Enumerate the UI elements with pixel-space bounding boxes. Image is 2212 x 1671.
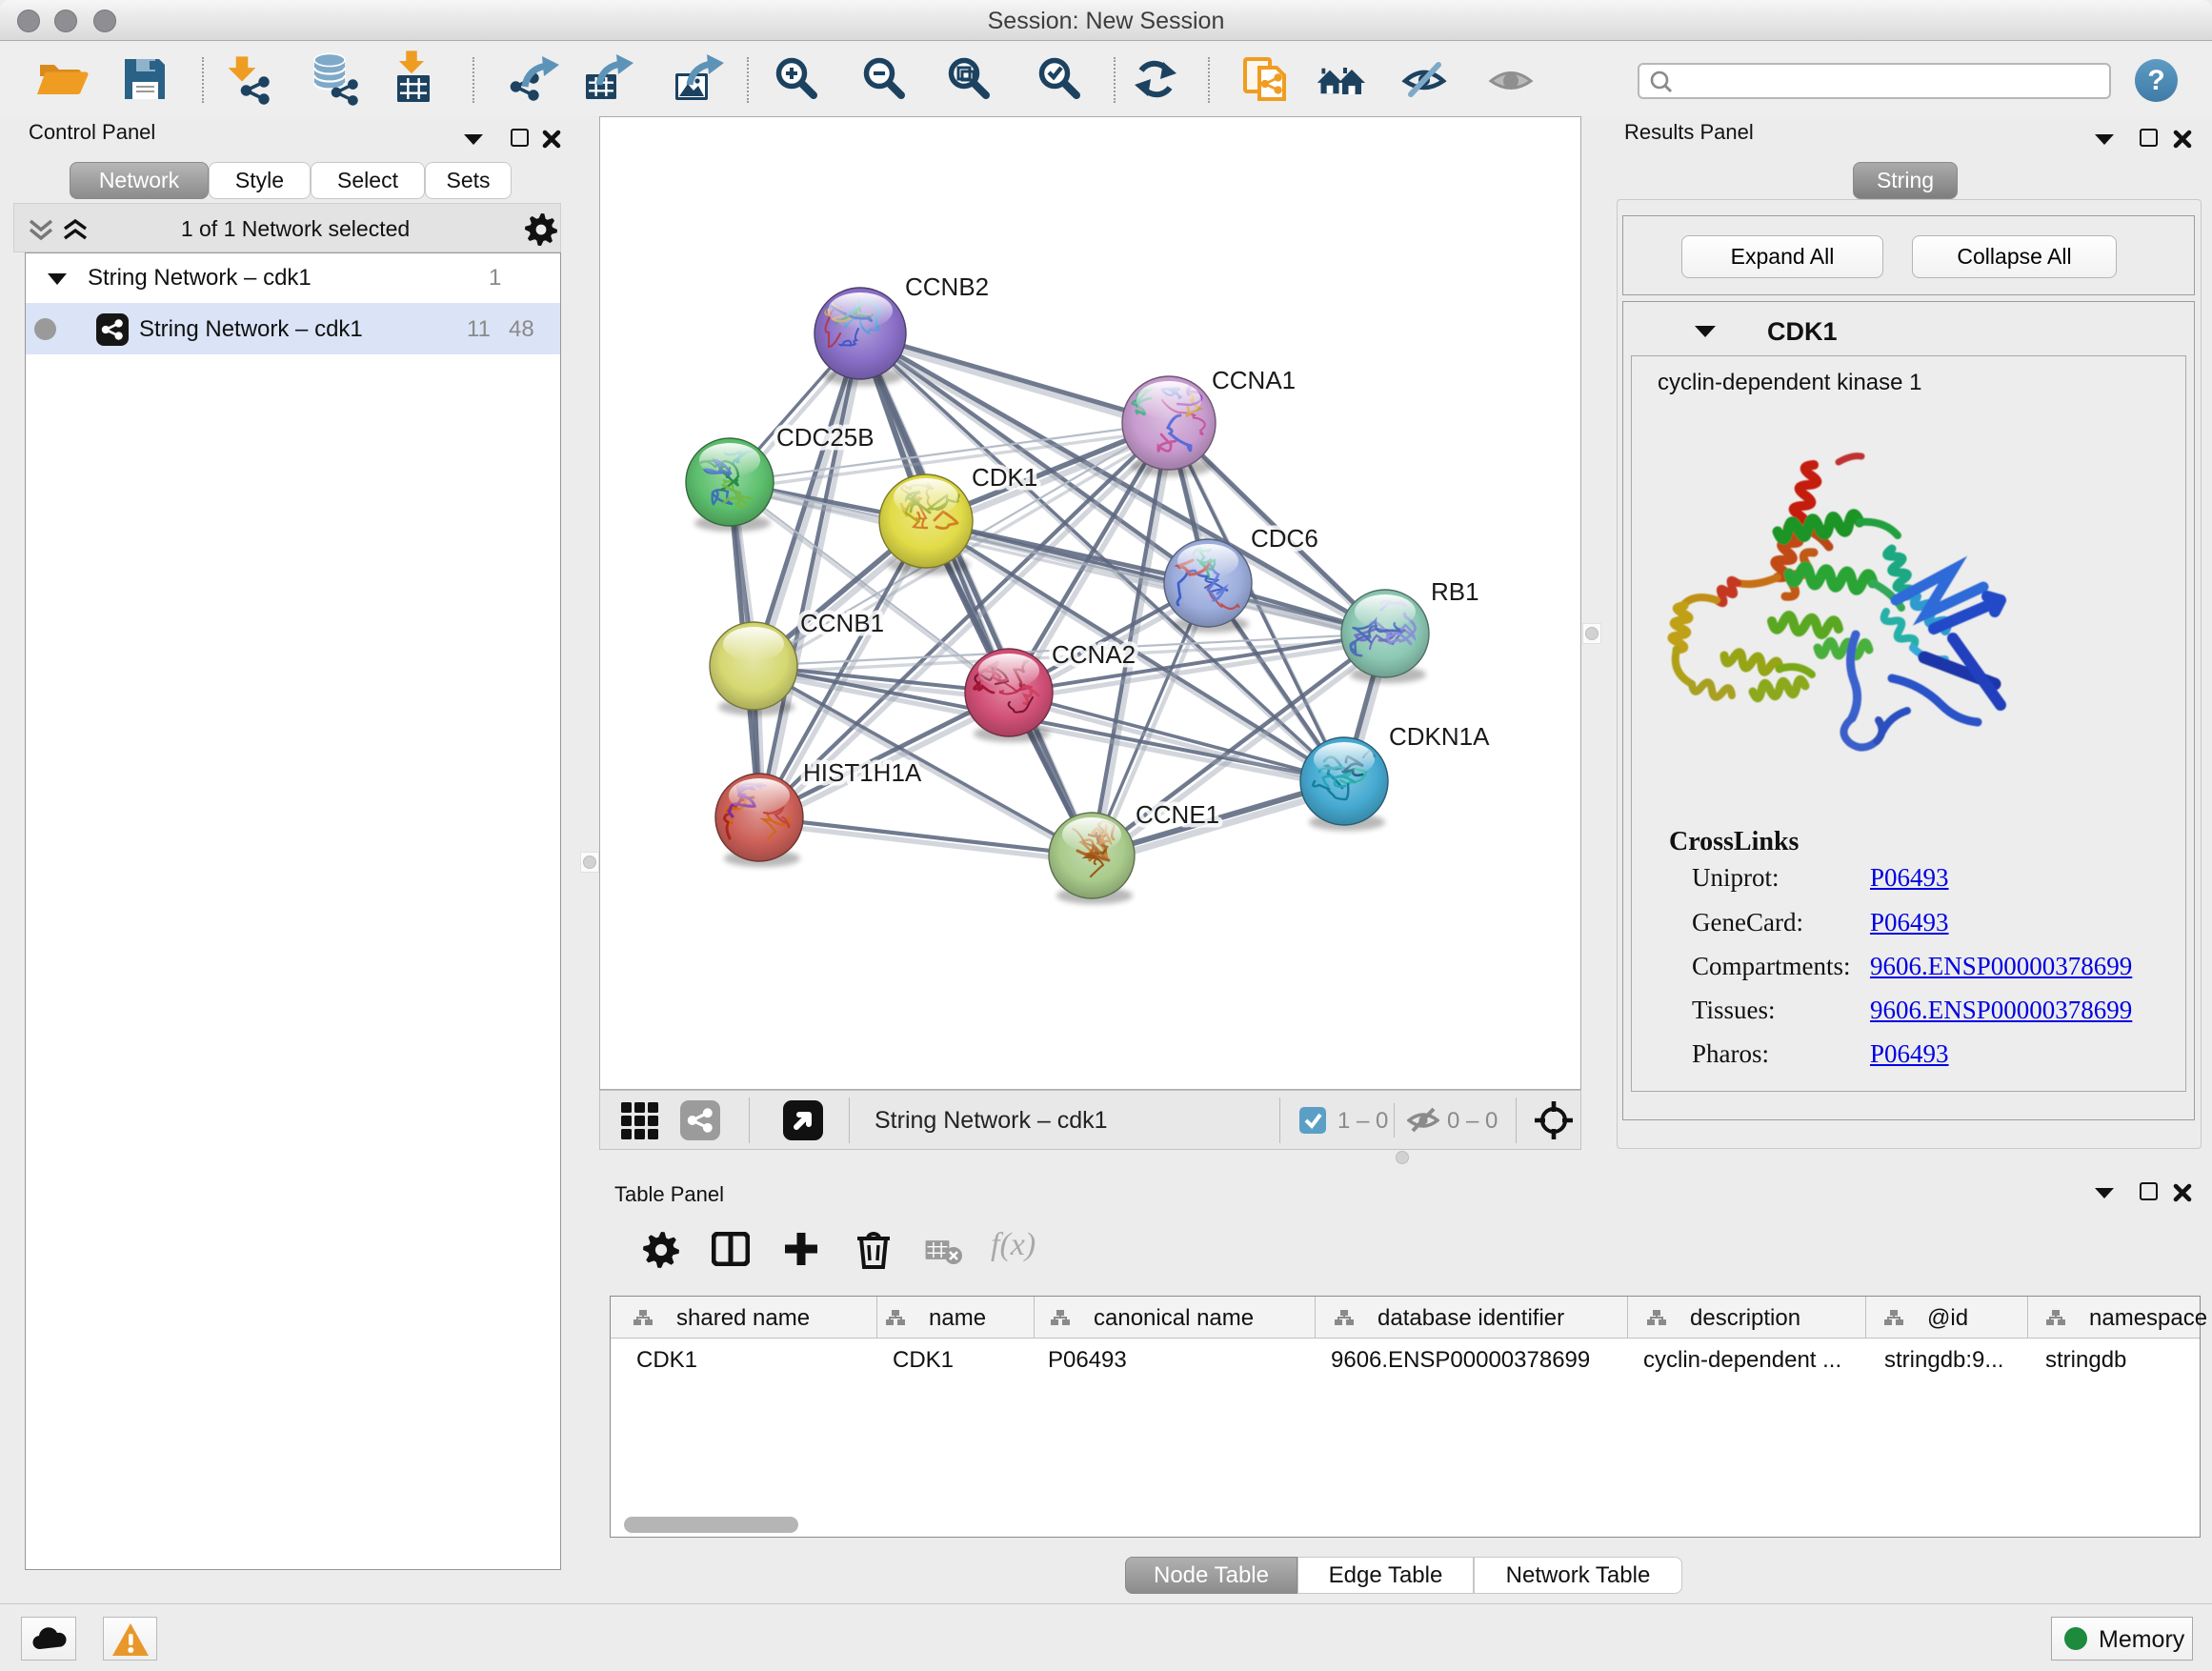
svg-text:CCNA2: CCNA2: [1052, 640, 1136, 669]
svg-text:CCNB2: CCNB2: [905, 272, 989, 301]
svg-text:CDK1: CDK1: [972, 463, 1037, 492]
svg-text:CDC25B: CDC25B: [776, 423, 875, 452]
svg-text:CDC6: CDC6: [1251, 524, 1318, 553]
svg-text:CCNB1: CCNB1: [800, 609, 884, 637]
svg-text:CCNE1: CCNE1: [1136, 800, 1219, 829]
svg-text:RB1: RB1: [1431, 577, 1479, 606]
svg-text:CCNA1: CCNA1: [1212, 366, 1296, 394]
svg-text:CDKN1A: CDKN1A: [1389, 722, 1490, 751]
svg-text:HIST1H1A: HIST1H1A: [803, 758, 922, 787]
